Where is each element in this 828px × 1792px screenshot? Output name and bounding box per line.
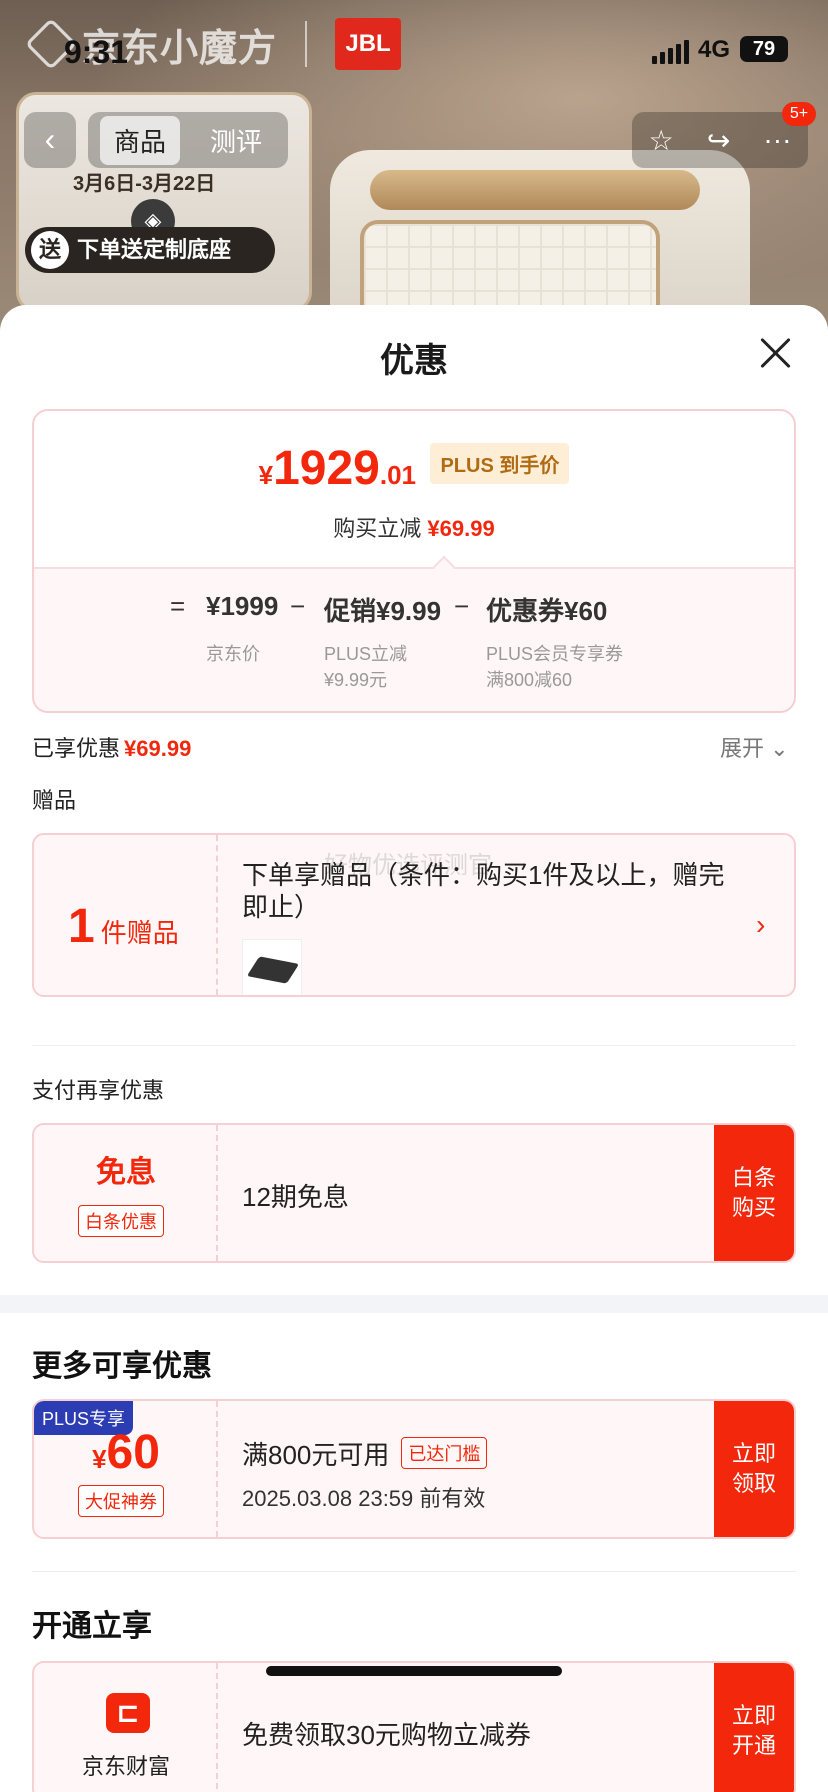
formula-minus: − — [290, 591, 306, 621]
gift-thumbnail — [242, 939, 302, 995]
coupon-value: 60 — [106, 1426, 160, 1479]
speaker-top — [370, 170, 700, 210]
reduction-value: ¥69.99 — [427, 516, 495, 541]
coupon-condition-text: 满800元可用 — [242, 1440, 390, 1470]
enjoyed-label: 已享优惠 — [32, 736, 121, 761]
promo-gift-text: 下单送定制底座 — [77, 237, 232, 262]
status-time: 9:31 — [64, 34, 129, 70]
plus-price-tag: PLUS 到手价 — [430, 443, 570, 484]
coupon-card-left: PLUS专享 ¥60 大促神券 — [34, 1401, 218, 1537]
jd-finance-icon: ⊏ — [106, 1693, 150, 1733]
coupon-expiry: 2025.03.08 23:59 前有效 — [242, 1486, 486, 1511]
tab-review[interactable]: 测评 — [196, 116, 276, 165]
jd-finance-offer-text: 免费领取30元购物立减券 — [242, 1720, 531, 1750]
installment-text: 12期免息 — [242, 1182, 349, 1212]
speaker-image — [330, 150, 750, 330]
divider — [32, 1045, 796, 1046]
star-icon[interactable]: ☆ — [649, 124, 674, 157]
discount-sheet: 优惠 ¥1929.01 PLUS 到手价 购买立减 ¥69.99 = ¥1999… — [0, 305, 828, 1792]
status-bar: 9:31 4G 79 — [0, 22, 828, 78]
coupon-amount: ¥60 — [34, 1425, 218, 1480]
open-now-button[interactable]: 立即开通 — [714, 1663, 794, 1792]
baitiao-tag: 白条优惠 — [78, 1205, 164, 1237]
share-icon[interactable]: ↪ — [707, 124, 730, 157]
expand-label: 展开 — [720, 736, 765, 761]
gift-section-label: 赠品 — [32, 788, 77, 813]
cellular-signal-icon — [652, 40, 689, 64]
claim-coupon-button[interactable]: 立即领取 — [714, 1401, 794, 1537]
coupon-sub-line: 满800减60 — [486, 670, 573, 690]
divider — [32, 1571, 796, 1572]
coupon-card: PLUS专享 ¥60 大促神券 满800元可用 已达门槛 2025.03.08 2… — [32, 1399, 796, 1539]
price-breakdown: ¥1929.01 PLUS 到手价 购买立减 ¥69.99 = ¥1999 − … — [32, 409, 796, 713]
baitiao-card-left: 免息 白条优惠 — [34, 1125, 218, 1261]
top-nav: ‹ 商品 测评 ☆ ↪ ··· 5+ — [0, 102, 828, 172]
interest-free-title: 免息 — [96, 1156, 156, 1189]
formula-equals: = — [170, 591, 186, 621]
enjoyed-value: ¥69.99 — [124, 736, 192, 761]
formula-minus: − — [454, 591, 470, 621]
purchase-reduction: 购买立减 ¥69.99 — [34, 511, 794, 543]
price-yen: ¥ — [258, 460, 274, 490]
expand-button[interactable]: 展开 ⌄ — [720, 731, 789, 763]
price-integer: 1929 — [273, 442, 380, 495]
home-indicator[interactable] — [266, 1666, 562, 1676]
formula-promo: 促销¥9.99 — [324, 596, 442, 626]
chevron-right-icon[interactable]: › — [756, 909, 765, 941]
coupon-condition: 满800元可用 已达门槛 — [242, 1435, 488, 1472]
section-separator — [0, 1295, 828, 1313]
message-badge: 5+ — [782, 102, 816, 126]
network-type: 4G — [698, 36, 731, 63]
chevron-down-icon: ⌄ — [770, 736, 789, 761]
baitiao-card: 免息 白条优惠 12期免息 白条购买 — [32, 1123, 796, 1263]
promo-sub-line: PLUS立减 — [324, 644, 408, 664]
jd-finance-name: 京东财富 — [81, 1754, 170, 1779]
coupon-yen: ¥ — [92, 1444, 107, 1474]
back-button[interactable]: ‹ — [24, 112, 76, 168]
open-offers-title: 开通立享 — [32, 1610, 152, 1643]
gift-count-number: 1 — [68, 900, 95, 953]
gift-count-unit: 件赠品 — [100, 918, 179, 948]
reduction-label: 购买立减 — [333, 516, 422, 541]
tab-product[interactable]: 商品 — [100, 115, 181, 165]
pay-section-label: 支付再享优惠 — [32, 1078, 165, 1103]
enjoyed-discount: 已享优惠 ¥69.99 — [32, 731, 191, 763]
nav-actions: ☆ ↪ ··· — [632, 112, 808, 168]
gift-card-left: 1 件赠品 — [34, 835, 218, 995]
final-price: ¥1929.01 PLUS 到手价 — [34, 441, 794, 496]
jd-finance-card-left: ⊏ 京东财富 — [34, 1663, 218, 1792]
close-icon[interactable] — [758, 335, 794, 371]
coupon-sub-line: PLUS会员专享券 — [486, 644, 624, 664]
price-decimal: .01 — [379, 460, 417, 490]
more-offers-title: 更多可享优惠 — [32, 1350, 212, 1383]
gift-count: 1 件赠品 — [68, 899, 179, 954]
gift-badge: 送 — [31, 231, 69, 269]
coupon-type-tag: 大促神券 — [78, 1485, 164, 1517]
final-price-section: ¥1929.01 PLUS 到手价 购买立减 ¥69.99 — [34, 411, 794, 567]
jd-finance-card: ⊏ 京东财富 免费领取30元购物立减券 立即开通 — [32, 1661, 796, 1792]
baitiao-buy-button[interactable]: 白条购买 — [714, 1125, 794, 1261]
sheet-title: 优惠 — [380, 342, 448, 380]
threshold-reached-tag: 已达门槛 — [401, 1437, 488, 1469]
price-formula: = ¥1999 − 促销¥9.99 − 优惠券¥60 京东价 PLUS立减 ¥9… — [34, 567, 794, 711]
coupon-sub: PLUS会员专享券 满800减60 — [486, 641, 623, 693]
promo-sub-line: ¥9.99元 — [324, 670, 388, 690]
gift-description: 下单享赠品（条件：购买1件及以上，赠完即止） — [242, 860, 725, 922]
formula-coupon: 优惠券¥60 — [486, 596, 608, 626]
formula-jd-price: ¥1999 — [206, 591, 279, 621]
battery-icon: 79 — [740, 36, 788, 62]
nav-tabs: 商品 测评 — [88, 112, 289, 168]
jd-price-label: 京东价 — [206, 644, 260, 664]
promo-sub: PLUS立减 ¥9.99元 — [324, 641, 407, 693]
gift-card[interactable]: 1 件赠品 好物优选评测官 下单享赠品（条件：购买1件及以上，赠完即止） › — [32, 833, 796, 997]
promo-gift-strip: 送 下单送定制底座 — [25, 227, 275, 273]
more-icon[interactable]: ··· — [763, 124, 791, 156]
